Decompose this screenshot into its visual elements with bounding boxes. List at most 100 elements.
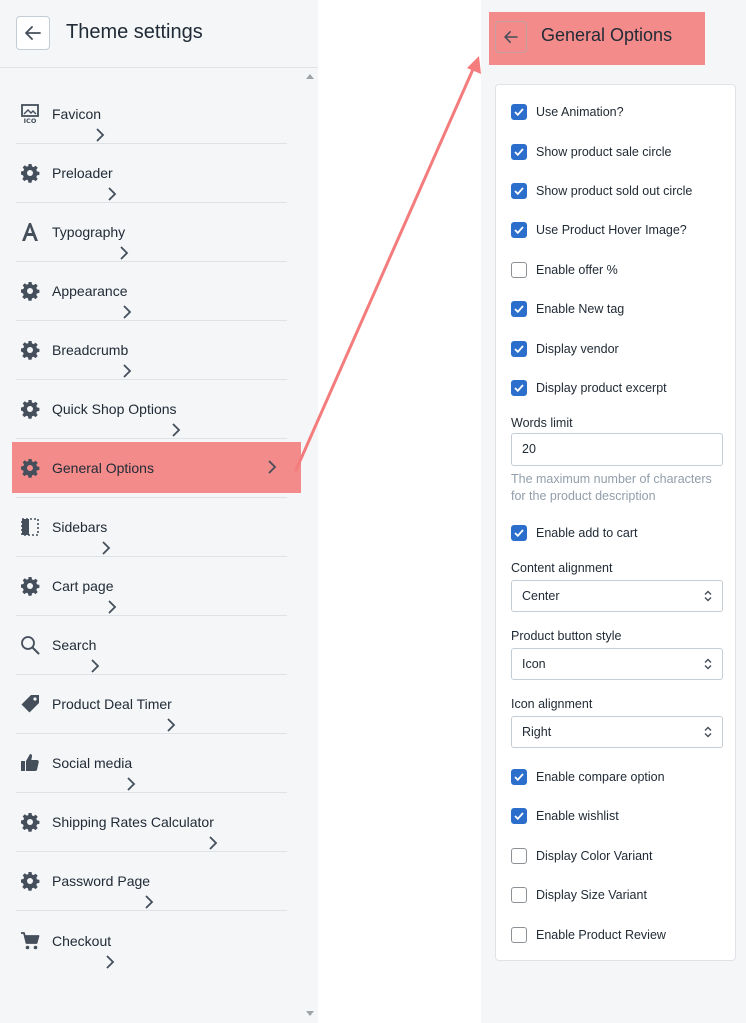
chevron-right-icon <box>209 836 218 850</box>
back-button[interactable] <box>16 16 50 50</box>
checkbox[interactable] <box>511 380 527 396</box>
icon-alignment-select[interactable]: Right <box>511 716 723 748</box>
checkbox[interactable] <box>511 808 527 824</box>
menu-item-general-options[interactable]: General Options <box>12 439 301 498</box>
chevron-right-icon <box>108 187 116 201</box>
option-wishlist[interactable]: Enable wishlist <box>511 807 619 825</box>
menu-item-sidebars[interactable]: Sidebars <box>16 498 287 557</box>
option-add-to-cart[interactable]: Enable add to cart <box>511 524 637 542</box>
checkbox-label: Enable New tag <box>536 302 625 316</box>
menu-item-typography[interactable]: Typography <box>16 203 287 262</box>
button-style-label: Product button style <box>511 629 622 643</box>
menu-item-label: Breadcrumb <box>52 342 129 358</box>
checkbox[interactable] <box>511 341 527 357</box>
menu-item-cart-page[interactable]: Cart page <box>16 557 287 616</box>
option-offer-percent[interactable]: Enable offer % <box>511 261 618 279</box>
option-color-variant[interactable]: Display Color Variant <box>511 847 652 865</box>
menu-item-label: Shipping Rates Calculator <box>52 814 214 830</box>
option-new-tag[interactable]: Enable New tag <box>511 300 624 318</box>
menu-item-checkout[interactable]: Checkout <box>16 911 287 970</box>
checkbox[interactable] <box>511 104 527 120</box>
chevron-right-icon <box>123 364 132 378</box>
option-size-variant[interactable]: Display Size Variant <box>511 886 647 904</box>
option-use-animation[interactable]: Use Animation? <box>511 103 624 121</box>
scrollbar[interactable] <box>303 68 318 1023</box>
icon-alignment-label: Icon alignment <box>511 697 593 711</box>
checkbox-label: Use Product Hover Image? <box>536 223 687 237</box>
scroll-up-icon[interactable] <box>306 74 314 79</box>
menu-item-appearance[interactable]: Appearance <box>16 262 287 321</box>
select-caret-icon <box>704 658 712 670</box>
checkbox[interactable] <box>511 769 527 785</box>
menu-item-quick-shop-options[interactable]: Quick Shop Options <box>16 380 287 439</box>
menu-item-breadcrumb[interactable]: Breadcrumb <box>16 321 287 380</box>
menu-item-label: Sidebars <box>52 519 108 535</box>
gear-icon <box>19 339 41 361</box>
general-options-card: Use Animation? Show product sale circle … <box>495 84 736 961</box>
check-icon <box>514 773 524 781</box>
check-icon <box>514 345 524 353</box>
option-product-excerpt[interactable]: Display product excerpt <box>511 379 667 397</box>
menu-item-social-media[interactable]: Social media <box>16 734 287 793</box>
gear-icon <box>19 870 41 892</box>
option-product-review[interactable]: Enable Product Review <box>511 926 666 944</box>
menu-item-product-deal-timer[interactable]: Product Deal Timer <box>16 675 287 734</box>
select-caret-icon <box>704 726 712 738</box>
checkbox[interactable] <box>511 301 527 317</box>
chevron-right-icon <box>122 305 131 319</box>
check-icon <box>514 108 524 116</box>
general-options-header: General Options <box>489 12 705 65</box>
words-limit-label: Words limit <box>511 416 573 430</box>
menu-item-favicon[interactable]: ICO Favicon <box>16 85 287 144</box>
check-icon <box>514 812 524 820</box>
checkbox-label: Enable offer % <box>536 263 618 277</box>
checkbox[interactable] <box>511 525 527 541</box>
checkbox-label: Display vendor <box>536 342 619 356</box>
checkbox-label: Show product sale circle <box>536 145 672 159</box>
menu-item-shipping-rates-calculator[interactable]: Shipping Rates Calculator <box>16 793 287 852</box>
checkbox[interactable] <box>511 848 527 864</box>
menu-item-search[interactable]: Search <box>16 616 287 675</box>
menu-item-password-page[interactable]: Password Page <box>16 852 287 911</box>
checkbox[interactable] <box>511 222 527 238</box>
select-value: Icon <box>522 657 546 671</box>
words-limit-input[interactable]: 20 <box>511 433 723 466</box>
option-sale-circle[interactable]: Show product sale circle <box>511 143 671 161</box>
check-icon <box>514 529 524 537</box>
content-alignment-select[interactable]: Center <box>511 580 723 612</box>
theme-settings-header: Theme settings <box>0 0 318 68</box>
check-icon <box>514 187 524 195</box>
checkbox-label: Display product excerpt <box>536 381 667 395</box>
back-button[interactable] <box>495 21 527 53</box>
checkbox-label: Display Color Variant <box>536 849 653 863</box>
menu-item-label: Cart page <box>52 578 114 594</box>
option-sold-out-circle[interactable]: Show product sold out circle <box>511 182 692 200</box>
chevron-right-icon <box>127 777 136 791</box>
option-hover-image[interactable]: Use Product Hover Image? <box>511 221 687 239</box>
checkbox[interactable] <box>511 262 527 278</box>
check-icon <box>514 305 524 313</box>
option-display-vendor[interactable]: Display vendor <box>511 340 619 358</box>
menu-item-preloader[interactable]: Preloader <box>16 144 287 203</box>
check-icon <box>514 384 524 392</box>
chevron-right-icon <box>171 423 180 437</box>
select-value: Center <box>522 589 560 603</box>
chevron-right-icon <box>102 541 111 555</box>
checkbox[interactable] <box>511 927 527 943</box>
checkbox-label: Show product sold out circle <box>536 184 693 198</box>
option-compare[interactable]: Enable compare option <box>511 768 665 786</box>
gear-icon <box>19 162 41 184</box>
scroll-down-icon[interactable] <box>306 1011 314 1016</box>
gear-icon <box>19 575 41 597</box>
button-style-select[interactable]: Icon <box>511 648 723 680</box>
settings-menu: ICO Favicon Preloader Typography Appeara… <box>12 85 301 970</box>
menu-item-label: Search <box>52 637 97 653</box>
chevron-right-icon <box>96 128 105 142</box>
checkbox[interactable] <box>511 887 527 903</box>
checkbox[interactable] <box>511 144 527 160</box>
menu-item-label: Appearance <box>52 283 128 299</box>
check-icon <box>514 148 524 156</box>
checkbox-label: Enable wishlist <box>536 809 619 823</box>
checkbox[interactable] <box>511 183 527 199</box>
chevron-right-icon <box>145 895 154 909</box>
